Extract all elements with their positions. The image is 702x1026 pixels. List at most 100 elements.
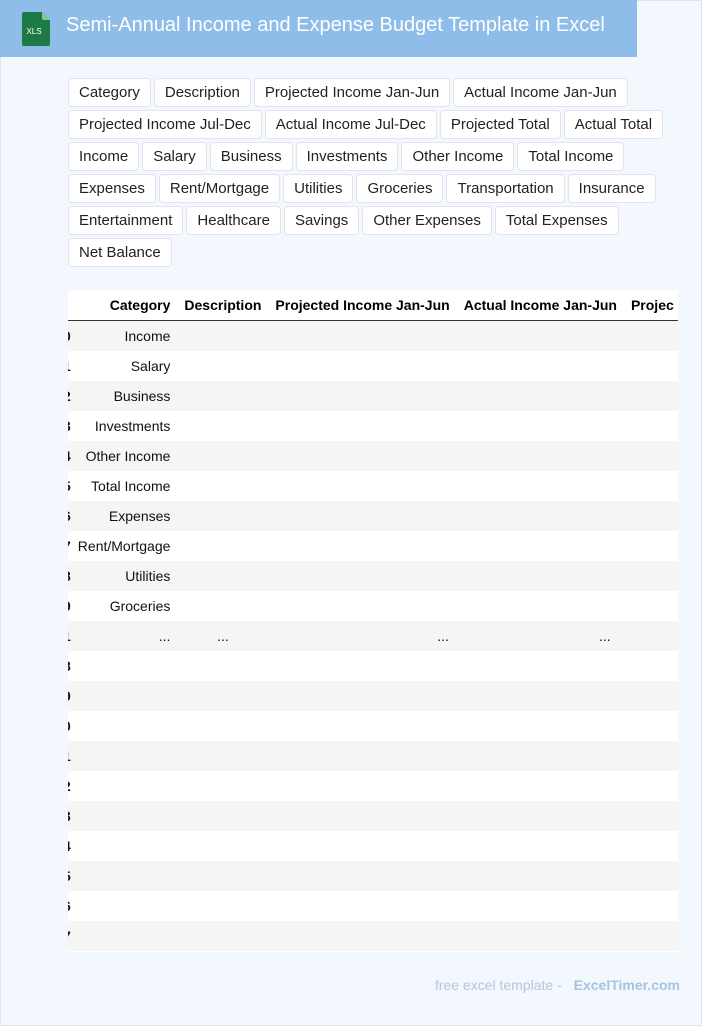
table-cell	[268, 801, 457, 831]
tag-item[interactable]: Business	[209, 142, 293, 171]
table-cell	[623, 320, 678, 351]
table-cell	[456, 681, 624, 711]
table-row: 2	[68, 771, 678, 801]
table-cell	[456, 351, 624, 381]
table-cell	[177, 741, 269, 771]
row-index-label: 1	[68, 748, 71, 764]
table-cell	[177, 320, 269, 351]
table-cell	[456, 741, 624, 771]
tag-item[interactable]: Actual Income Jul-Dec	[264, 110, 437, 139]
table-cell	[456, 501, 624, 531]
table-cell	[456, 320, 624, 351]
table-cell: Expenses	[70, 501, 178, 531]
tag-item[interactable]: Other Expenses	[362, 206, 492, 235]
table-cell	[623, 891, 678, 921]
table-row: 3	[68, 801, 678, 831]
tag-list: Category Description Projected Income Jan-…	[68, 78, 668, 267]
row-index-label: 3	[68, 418, 71, 434]
row-index-label: 6	[68, 508, 71, 524]
table-header-row: Category Description Projected Income Jan-…	[68, 290, 678, 321]
tag-item[interactable]: Other Income	[401, 142, 515, 171]
table-cell	[177, 471, 269, 501]
table-cell: Income	[70, 320, 178, 351]
row-index-label: 4	[68, 838, 71, 854]
footer-brand-link[interactable]: ExcelTimer.com	[574, 977, 680, 993]
table-cell	[623, 831, 678, 861]
tag-item[interactable]: Income	[68, 142, 140, 171]
column-header: Projec	[623, 290, 678, 321]
table-cell	[177, 411, 269, 441]
header-banner: XLS Semi-Annual Income and Expense Budge…	[0, 0, 637, 57]
tag-item[interactable]: Salary	[142, 142, 207, 171]
row-index-label: 9	[68, 598, 71, 614]
table-cell	[70, 771, 178, 801]
tag-item[interactable]: Projected Income Jul-Dec	[68, 110, 262, 139]
table-cell	[268, 441, 457, 471]
tag-item[interactable]: Utilities	[283, 174, 354, 203]
table-cell	[268, 891, 457, 921]
row-index-label: 1	[68, 358, 71, 374]
table-cell	[268, 381, 457, 411]
row-index-label: 3	[68, 808, 71, 824]
table-cell	[623, 351, 678, 381]
table-cell	[623, 561, 678, 591]
tag-item[interactable]: Total Expenses	[494, 206, 619, 235]
table-cell: Rent/Mortgage	[70, 531, 178, 561]
table-cell	[70, 681, 178, 711]
tag-item[interactable]: Entertainment	[68, 206, 184, 235]
row-index-label: 4	[68, 448, 71, 464]
tag-item[interactable]: Investments	[295, 142, 399, 171]
table-cell	[177, 561, 269, 591]
table-row: 0	[68, 711, 678, 741]
tag-item[interactable]: Net Balance	[68, 238, 172, 267]
row-index-label: 9	[68, 688, 71, 704]
tag-item[interactable]: Actual Total	[563, 110, 664, 139]
table-cell	[623, 861, 678, 891]
tag-item[interactable]: Total Income	[517, 142, 625, 171]
table-cell: Business	[70, 381, 178, 411]
table-cell: Salary	[70, 351, 178, 381]
row-index-label: 8	[68, 568, 71, 584]
tag-item[interactable]: Transportation	[446, 174, 565, 203]
table-row: 0Income	[68, 320, 678, 351]
table-cell	[177, 921, 269, 951]
table-cell	[623, 591, 678, 621]
table-cell	[623, 621, 678, 651]
table-cell	[268, 711, 457, 741]
tag-item[interactable]: Rent/Mortgage	[158, 174, 281, 203]
tag-item[interactable]: Savings	[283, 206, 360, 235]
table-row: 9Groceries	[68, 591, 678, 621]
table-row: 8Utilities	[68, 561, 678, 591]
table-cell	[268, 351, 457, 381]
table-cell	[456, 801, 624, 831]
table-cell	[177, 801, 269, 831]
tag-item[interactable]: Healthcare	[186, 206, 281, 235]
table-cell	[623, 381, 678, 411]
tag-item[interactable]: Category	[68, 78, 151, 107]
table-cell	[456, 411, 624, 441]
tag-item[interactable]: Projected Income Jan-Jun	[253, 78, 451, 107]
table-cell	[268, 831, 457, 861]
tag-item[interactable]: Groceries	[356, 174, 444, 203]
tag-item[interactable]: Actual Income Jan-Jun	[453, 78, 628, 107]
table-cell: ...	[268, 621, 457, 651]
row-index-label: 0	[68, 718, 71, 734]
table-cell	[623, 441, 678, 471]
footer: free excel template - ExcelTimer.com	[435, 977, 680, 993]
table-cell	[268, 861, 457, 891]
table-cell	[70, 891, 178, 921]
table-cell	[456, 711, 624, 741]
table-cell	[177, 531, 269, 561]
table-row: 4Other Income	[68, 441, 678, 471]
tag-item[interactable]: Projected Total	[439, 110, 561, 139]
data-table-container: Category Description Projected Income Jan-…	[68, 290, 678, 952]
table-cell	[268, 741, 457, 771]
tag-item[interactable]: Insurance	[567, 174, 656, 203]
table-row: 4	[68, 831, 678, 861]
tag-item[interactable]: Description	[153, 78, 251, 107]
table-cell	[623, 801, 678, 831]
excel-icon-label: XLS	[26, 27, 41, 36]
tag-item[interactable]: Expenses	[68, 174, 156, 203]
table-cell	[456, 891, 624, 921]
table-cell: ...	[456, 621, 624, 651]
